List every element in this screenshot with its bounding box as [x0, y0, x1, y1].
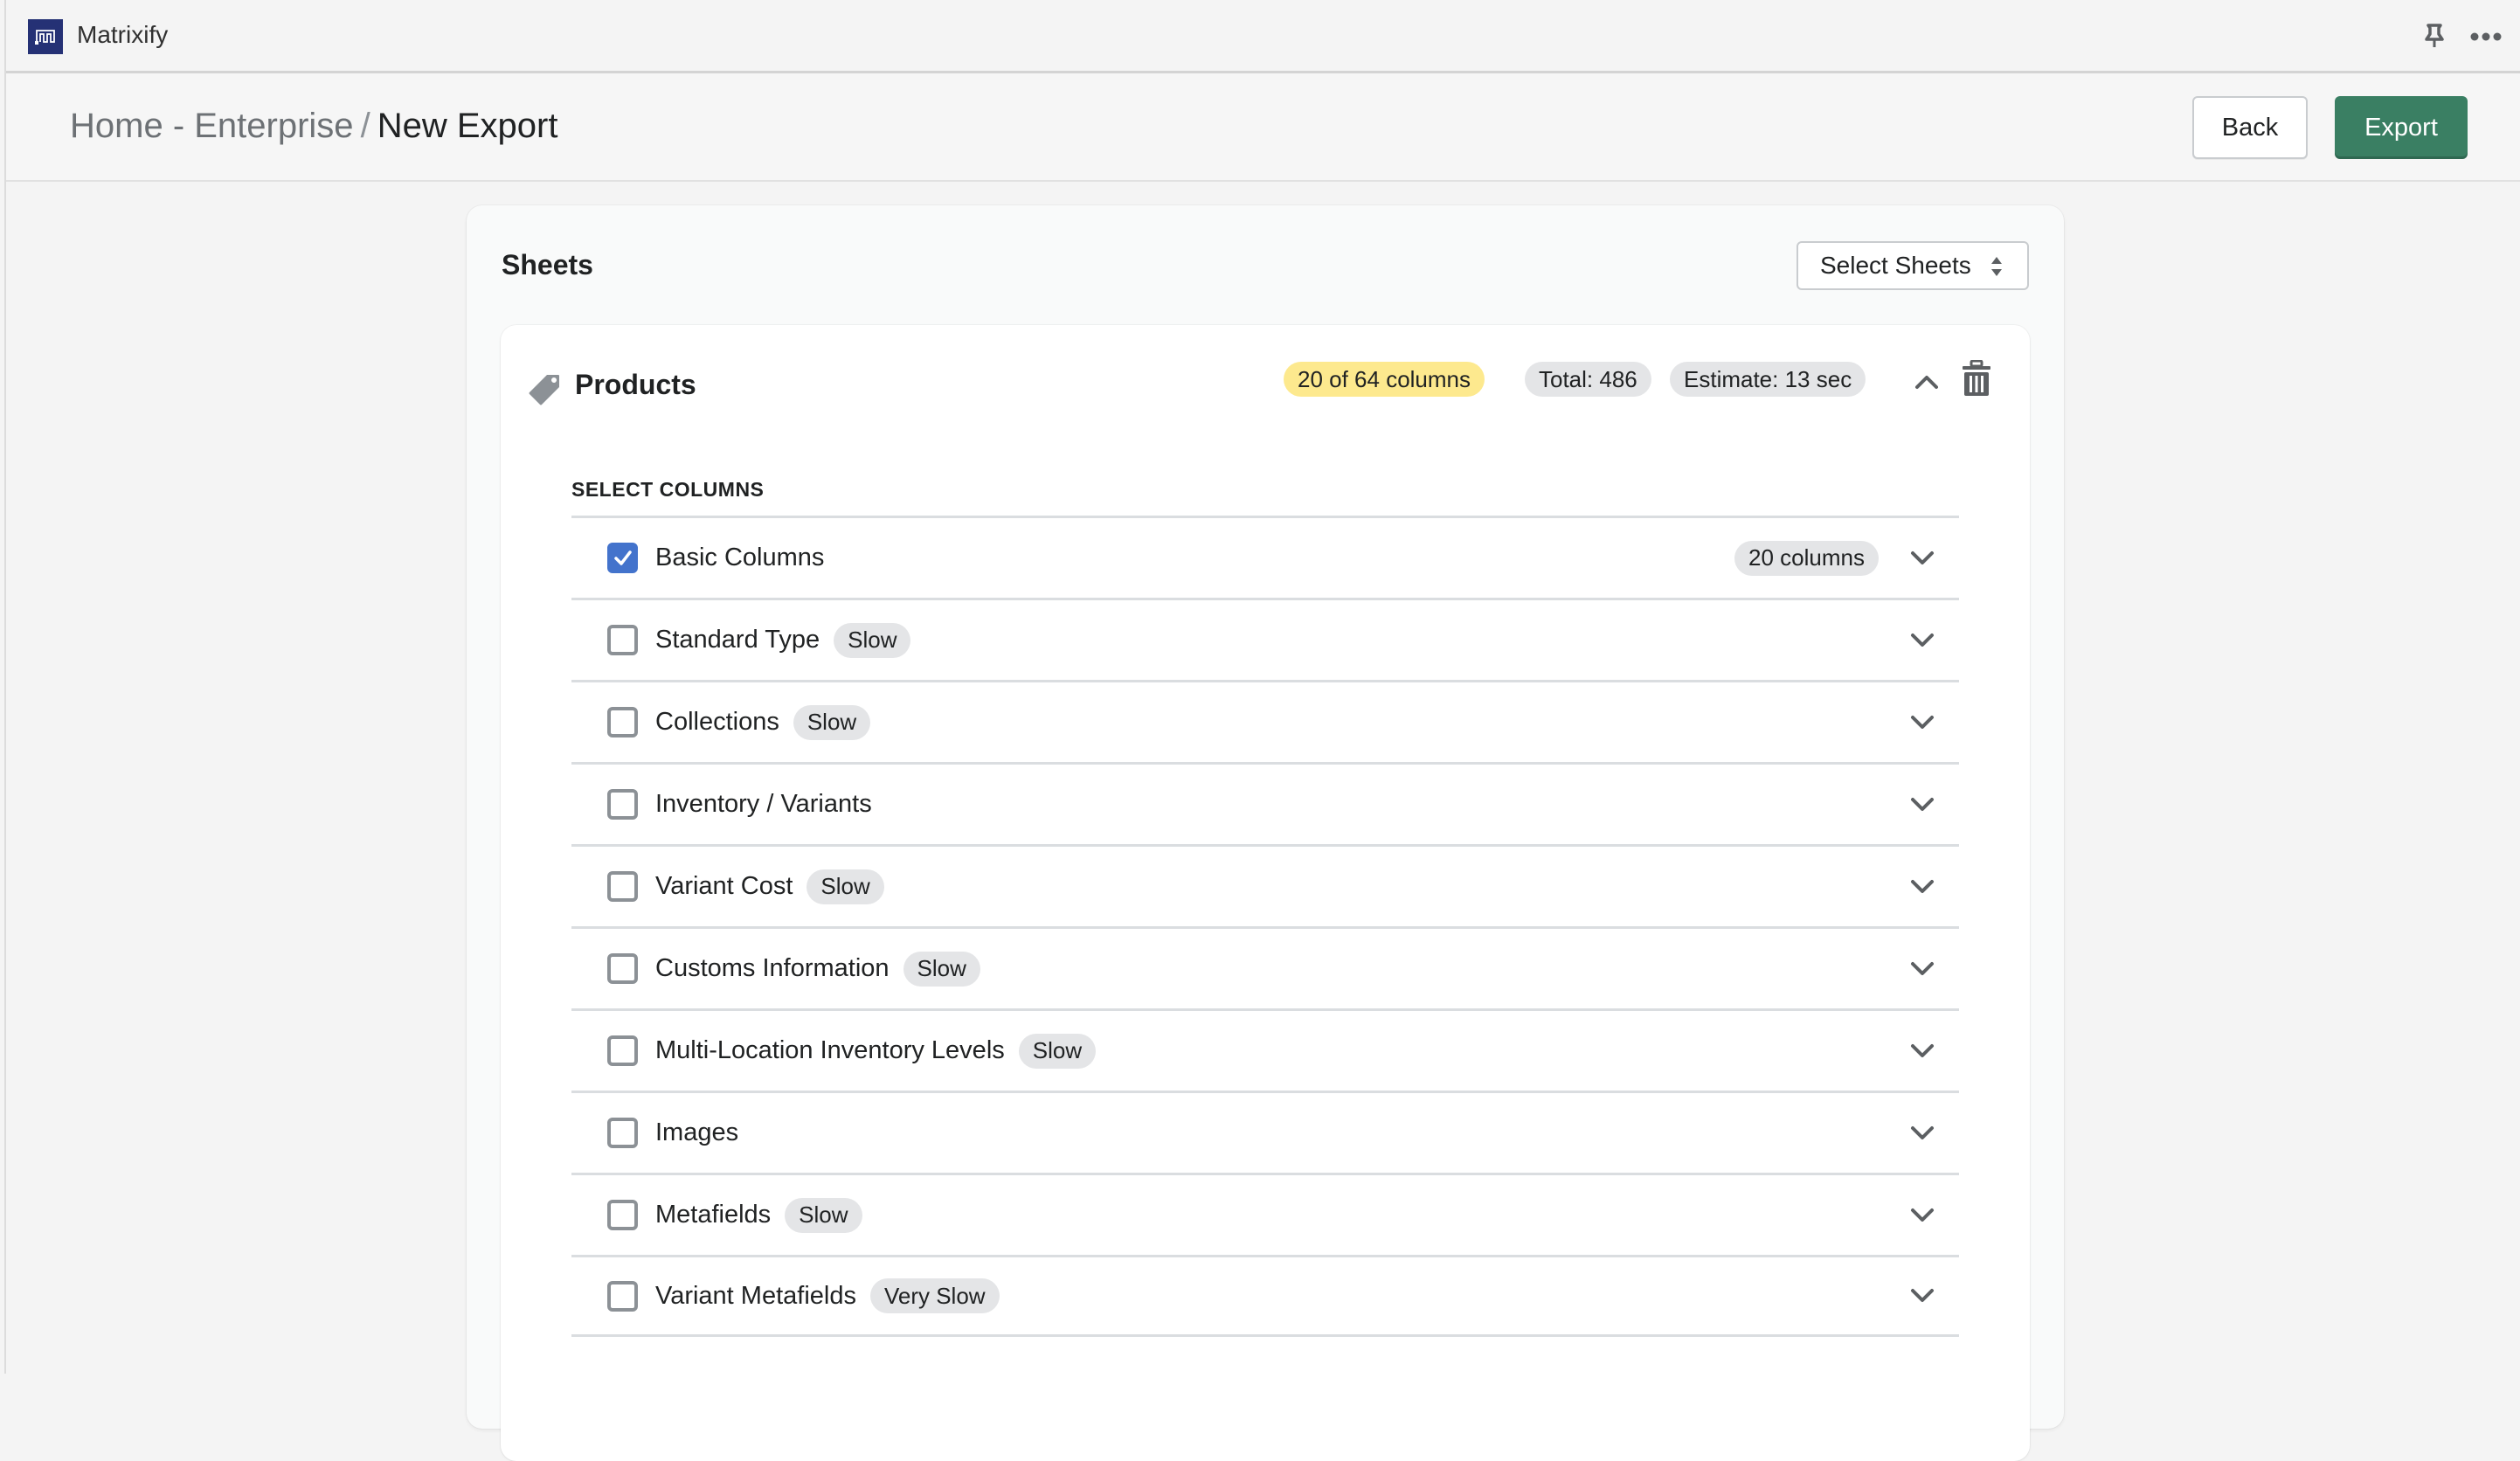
column-group-row[interactable]: Collections Slow	[571, 680, 1959, 762]
column-group-label: Images	[655, 1118, 739, 1146]
sheets-card: Sheets Select Sheets Products 20 of 64 c…	[467, 205, 2064, 1461]
column-group-checkbox[interactable]	[607, 1200, 638, 1230]
column-group-label: Metafields	[655, 1201, 772, 1229]
column-group-label: Multi-Location Inventory Levels	[655, 1036, 1005, 1064]
app-name: Matrixify	[77, 21, 169, 48]
trash-icon[interactable]	[1962, 360, 1991, 397]
columns-selected-badge: 20 of 64 columns	[1284, 362, 1485, 397]
column-group-checkbox[interactable]	[607, 543, 638, 573]
chevron-down-icon[interactable]	[1910, 1208, 1935, 1223]
column-group-row[interactable]: Inventory / Variants	[571, 762, 1959, 844]
column-group-row[interactable]: Standard Type Slow	[571, 598, 1959, 680]
chevron-down-icon[interactable]	[1910, 715, 1935, 730]
checkmark-icon	[614, 550, 632, 565]
column-group-label: Basic Columns	[655, 544, 825, 571]
column-group-label: Inventory / Variants	[655, 790, 872, 818]
speed-badge: Slow	[807, 869, 884, 904]
chevron-up-icon[interactable]	[1914, 374, 1939, 390]
products-sheet-card: Products 20 of 64 columns Total: 486 Est…	[501, 325, 2030, 1461]
products-title: Products	[575, 369, 696, 400]
chevron-down-icon[interactable]	[1910, 1125, 1935, 1141]
speed-badge: Slow	[903, 951, 980, 987]
column-group-label: Variant Cost	[655, 872, 793, 900]
column-group-row[interactable]: Images	[571, 1091, 1959, 1173]
column-count-badge: 20 columns	[1734, 540, 1879, 576]
chevron-down-icon[interactable]	[1910, 797, 1935, 813]
column-group-row[interactable]: Basic Columns 20 columns	[571, 516, 1959, 598]
chevron-down-icon[interactable]	[1910, 550, 1935, 566]
select-columns-label: SELECT COLUMNS	[571, 478, 765, 501]
total-badge: Total: 486	[1525, 362, 1651, 397]
column-group-label: Customs Information	[655, 954, 890, 982]
speed-badge: Slow	[834, 622, 911, 658]
column-group-checkbox[interactable]	[607, 707, 638, 737]
matrixify-logo-icon	[28, 19, 63, 54]
column-group-row[interactable]: Multi-Location Inventory Levels Slow	[571, 1008, 1959, 1091]
breadcrumb-home-link[interactable]: Home - Enterprise	[70, 107, 354, 146]
app-frame: Matrixify Home - Enterprise / New Export…	[0, 0, 2520, 1461]
speed-badge: Very Slow	[869, 1278, 1000, 1313]
column-group-checkbox[interactable]	[607, 625, 638, 655]
column-group-checkbox[interactable]	[607, 871, 638, 902]
speed-badge: Slow	[785, 1197, 862, 1233]
page-title: New Export	[377, 107, 558, 145]
column-group-checkbox[interactable]	[607, 1035, 638, 1066]
chevron-down-icon[interactable]	[1910, 961, 1935, 977]
chevron-down-icon[interactable]	[1910, 633, 1935, 648]
page-header: Home - Enterprise / New Export Back Expo…	[6, 73, 2520, 182]
select-arrows-icon	[1991, 257, 2002, 276]
speed-badge: Slow	[1018, 1033, 1097, 1069]
estimate-badge: Estimate: 13 sec	[1670, 362, 1866, 397]
export-button[interactable]: Export	[2335, 96, 2468, 159]
column-group-row[interactable]: Customs Information Slow	[571, 926, 1959, 1008]
column-group-checkbox[interactable]	[607, 1118, 638, 1148]
column-group-row[interactable]: Metafields Slow	[571, 1173, 1959, 1255]
column-group-label: Variant Metafields	[655, 1281, 856, 1310]
back-button[interactable]: Back	[2192, 96, 2308, 159]
column-group-checkbox[interactable]	[607, 1280, 638, 1312]
app-topbar: Matrixify	[6, 0, 2520, 73]
column-group-checkbox[interactable]	[607, 789, 638, 820]
column-group-row[interactable]: Variant Metafields Very Slow	[571, 1255, 1959, 1337]
column-group-row[interactable]: Variant Cost Slow	[571, 844, 1959, 926]
pin-icon[interactable]	[2423, 23, 2446, 49]
chevron-down-icon[interactable]	[1910, 1043, 1935, 1059]
column-group-label: Collections	[655, 708, 779, 736]
left-rail	[0, 0, 6, 1374]
chevron-down-icon[interactable]	[1910, 1288, 1935, 1304]
select-sheets-dropdown[interactable]: Select Sheets	[1797, 241, 2029, 290]
column-group-list: Basic Columns 20 columns Standard Type S…	[571, 516, 1959, 1337]
column-group-label: Standard Type	[655, 626, 820, 654]
tag-icon	[529, 375, 559, 405]
more-icon[interactable]	[2468, 26, 2503, 47]
breadcrumb-separator: /	[360, 107, 370, 145]
sheets-title: Sheets	[502, 249, 593, 280]
speed-badge: Slow	[793, 704, 871, 740]
breadcrumb: Home - Enterprise / New Export	[70, 107, 557, 146]
select-sheets-label: Select Sheets	[1820, 252, 1971, 279]
chevron-down-icon[interactable]	[1910, 879, 1935, 895]
column-group-checkbox[interactable]	[607, 953, 638, 984]
